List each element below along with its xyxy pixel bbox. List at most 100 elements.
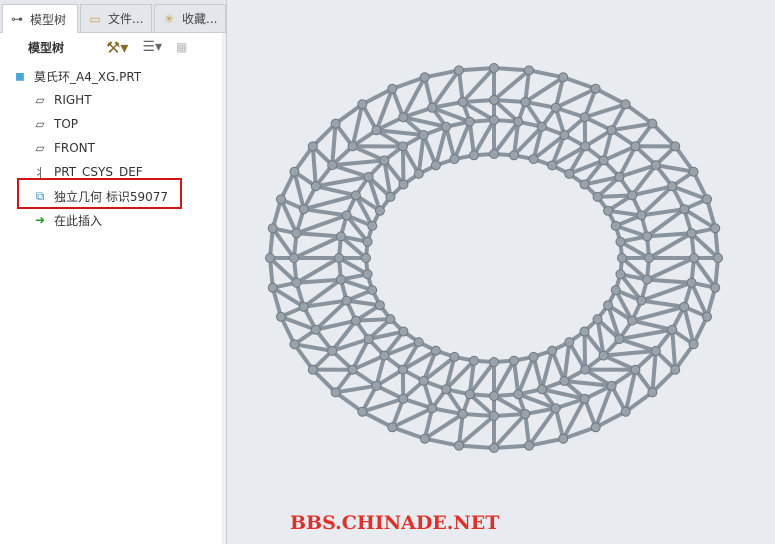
lattice-node <box>430 345 441 356</box>
lattice-node <box>335 274 346 285</box>
lattice-strut <box>467 121 476 156</box>
lattice-strut <box>641 298 685 309</box>
tree-toolbar: 模型树 ⚒▾ ☰▾ ▦ <box>0 33 226 61</box>
lattice-node <box>630 364 641 375</box>
lattice-node <box>617 253 627 263</box>
lattice-strut <box>433 126 449 166</box>
lattice-node <box>334 253 344 263</box>
lattice-strut <box>493 66 530 73</box>
lattice-node <box>547 160 558 171</box>
lattice-strut <box>458 443 495 450</box>
lattice-strut <box>582 331 588 370</box>
lattice-node <box>418 375 429 386</box>
lattice-node <box>357 99 368 110</box>
lattice-node <box>642 274 653 285</box>
lattice-node <box>385 191 396 202</box>
lattice-node <box>513 116 524 127</box>
lattice-node <box>620 99 631 110</box>
lattice-node <box>489 357 499 367</box>
lattice-node <box>524 65 535 76</box>
lattice-strut <box>531 356 544 390</box>
tree-item-insert-here[interactable]: ➜ 在此插入 <box>0 208 220 232</box>
lattice-node <box>558 433 569 444</box>
lattice-node <box>627 190 638 201</box>
lattice-node <box>310 324 321 335</box>
lattice-node <box>361 253 371 263</box>
lattice-node <box>427 102 438 113</box>
model-tree-icon: ⊶ <box>11 12 23 26</box>
lattice-node <box>468 150 479 161</box>
lattice-node <box>291 228 302 239</box>
lattice-node <box>291 277 302 288</box>
lattice-node <box>524 440 535 451</box>
lattice-strut <box>295 213 348 236</box>
lattice-node <box>564 168 575 179</box>
settings-tools-icon[interactable]: ⚒▾ <box>106 38 128 57</box>
graphics-viewport[interactable] <box>229 0 775 544</box>
lattice-node <box>679 301 690 312</box>
tree-item-front[interactable]: ▱ FRONT <box>0 136 220 160</box>
node-label: 莫氏环_A4_XG.PRT <box>34 69 142 84</box>
insert-here-arrow-icon: ➜ <box>34 213 46 227</box>
lattice-strut <box>631 318 673 332</box>
lattice-node <box>267 282 278 293</box>
lattice-node <box>489 63 499 73</box>
lattice-node <box>275 194 286 205</box>
tree-root[interactable]: ◼ 莫氏环_A4_XG.PRT <box>0 64 220 88</box>
lattice-node <box>457 409 468 420</box>
lattice-node <box>489 411 499 421</box>
tab-label: 模型树 <box>30 12 67 27</box>
filter-icon[interactable]: ▦ <box>176 40 187 54</box>
scrollbar[interactable] <box>222 33 226 544</box>
lattice-node <box>559 375 570 386</box>
lattice-strut <box>650 350 658 393</box>
lattice-strut <box>331 163 370 179</box>
tab-favorites[interactable]: ✳ 收藏... <box>154 4 226 32</box>
lattice-node <box>670 364 681 375</box>
panel-tabs: ⊶ 模型树 ▭ 文件... ✳ 收藏... <box>0 0 226 33</box>
lattice-strut <box>361 409 394 430</box>
lattice-node <box>670 141 681 152</box>
lattice-node <box>489 149 499 159</box>
tree-item-top[interactable]: ▱ TOP <box>0 112 220 136</box>
lattice-node <box>362 236 373 247</box>
lattice-node <box>603 205 614 216</box>
lattice-node <box>627 315 638 326</box>
lattice-node <box>441 384 452 395</box>
lattice-node <box>441 121 452 132</box>
lattice-node <box>307 364 318 375</box>
lattice-node <box>603 300 614 311</box>
lattice-node <box>357 406 368 417</box>
lattice-node <box>398 393 409 404</box>
lattice-node <box>413 168 424 179</box>
lattice-node <box>453 440 464 451</box>
lattice-node <box>667 324 678 335</box>
lattice-node <box>419 72 430 83</box>
lattice-node <box>367 285 378 296</box>
lattice-node <box>335 231 346 242</box>
show-list-icon[interactable]: ☰▾ <box>142 39 162 55</box>
lattice-strut <box>355 317 391 323</box>
lattice-node <box>630 141 641 152</box>
lattice-node <box>579 393 590 404</box>
lattice-node <box>307 141 318 152</box>
lattice-node <box>550 403 561 414</box>
lattice-strut <box>602 353 637 372</box>
lattice-node <box>464 116 475 127</box>
tab-model-tree[interactable]: ⊶ 模型树 <box>2 4 78 33</box>
lattice-node <box>350 190 361 201</box>
lattice-strut <box>351 144 386 163</box>
lattice-node <box>362 269 373 280</box>
lattice-node <box>387 422 398 433</box>
lattice-node <box>489 95 499 105</box>
node-label: 在此插入 <box>54 213 103 228</box>
lattice-node <box>598 350 609 361</box>
lattice-strut <box>296 231 342 239</box>
lattice-node <box>547 345 558 356</box>
lattice-strut <box>332 158 385 168</box>
lattice-node <box>606 125 617 136</box>
lattice-node <box>686 228 697 239</box>
watermark: BBS.CHINADE.NET <box>290 512 500 534</box>
tree-item-right[interactable]: ▱ RIGHT <box>0 88 220 112</box>
tab-files[interactable]: ▭ 文件... <box>80 4 152 32</box>
